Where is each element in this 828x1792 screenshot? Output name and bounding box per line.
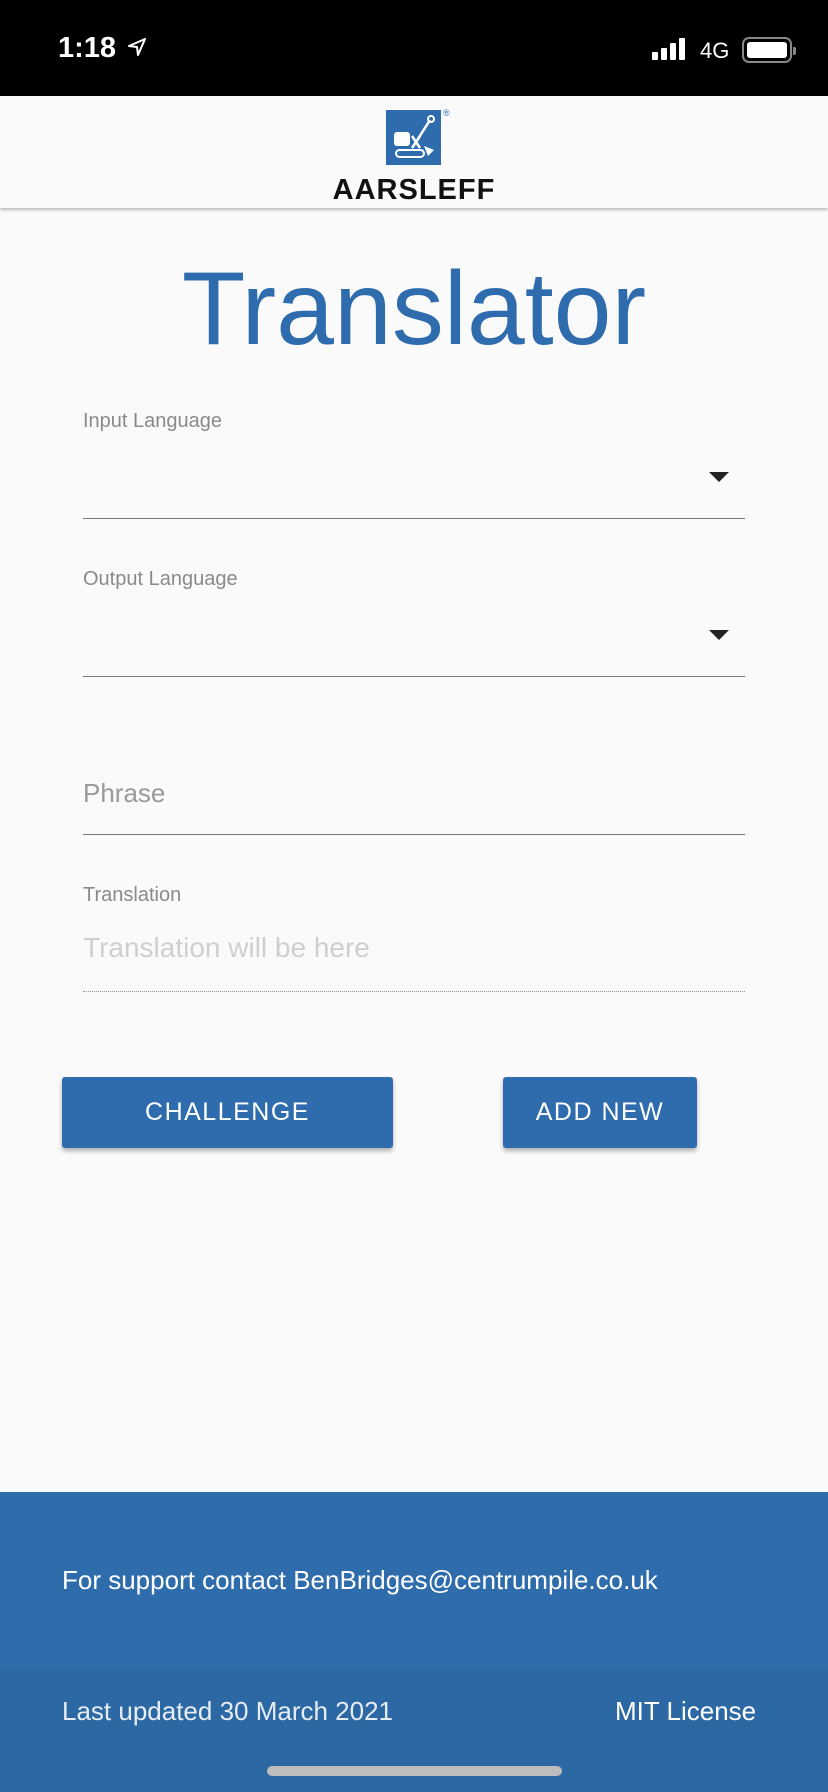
challenge-button[interactable]: CHALLENGE bbox=[62, 1077, 393, 1148]
app-header: ® AARSLEFF bbox=[0, 96, 828, 208]
output-language-label: Output Language bbox=[83, 568, 238, 590]
aarsleff-logo-icon bbox=[386, 110, 441, 165]
location-arrow-icon bbox=[128, 38, 146, 56]
last-updated: Last updated 30 March 2021 bbox=[62, 1696, 394, 1726]
input-language-label: Input Language bbox=[83, 410, 223, 432]
underline bbox=[83, 518, 745, 519]
add-new-button[interactable]: ADD NEW bbox=[503, 1077, 697, 1148]
underline bbox=[83, 834, 745, 835]
page-title: Translator bbox=[181, 251, 647, 367]
signal-icon bbox=[652, 38, 685, 60]
translation-placeholder: Translation will be here bbox=[83, 932, 370, 963]
input-language-select[interactable]: Input Language bbox=[83, 410, 745, 520]
status-bar: 1:18 4G bbox=[0, 0, 828, 96]
dropdown-arrow-icon bbox=[709, 472, 729, 482]
home-indicator[interactable] bbox=[267, 1766, 562, 1776]
dropdown-arrow-icon bbox=[709, 630, 729, 640]
translation-output: Translation Translation will be here bbox=[83, 884, 745, 994]
phrase-input[interactable]: Phrase bbox=[83, 770, 745, 836]
phrase-placeholder: Phrase bbox=[83, 778, 166, 808]
mit-license-link[interactable]: MIT License bbox=[615, 1696, 756, 1727]
network-type: 4G bbox=[700, 38, 730, 63]
underline bbox=[83, 676, 745, 677]
battery-icon bbox=[742, 37, 796, 63]
status-time: 1:18 bbox=[58, 32, 117, 64]
registered-mark: ® bbox=[443, 108, 450, 118]
translation-label: Translation bbox=[83, 884, 182, 906]
logo-text: AARSLEFF bbox=[332, 174, 496, 206]
output-language-select[interactable]: Output Language bbox=[83, 568, 745, 678]
support-contact: For support contact BenBridges@centrumpi… bbox=[62, 1565, 658, 1595]
dotted-underline bbox=[83, 991, 745, 992]
